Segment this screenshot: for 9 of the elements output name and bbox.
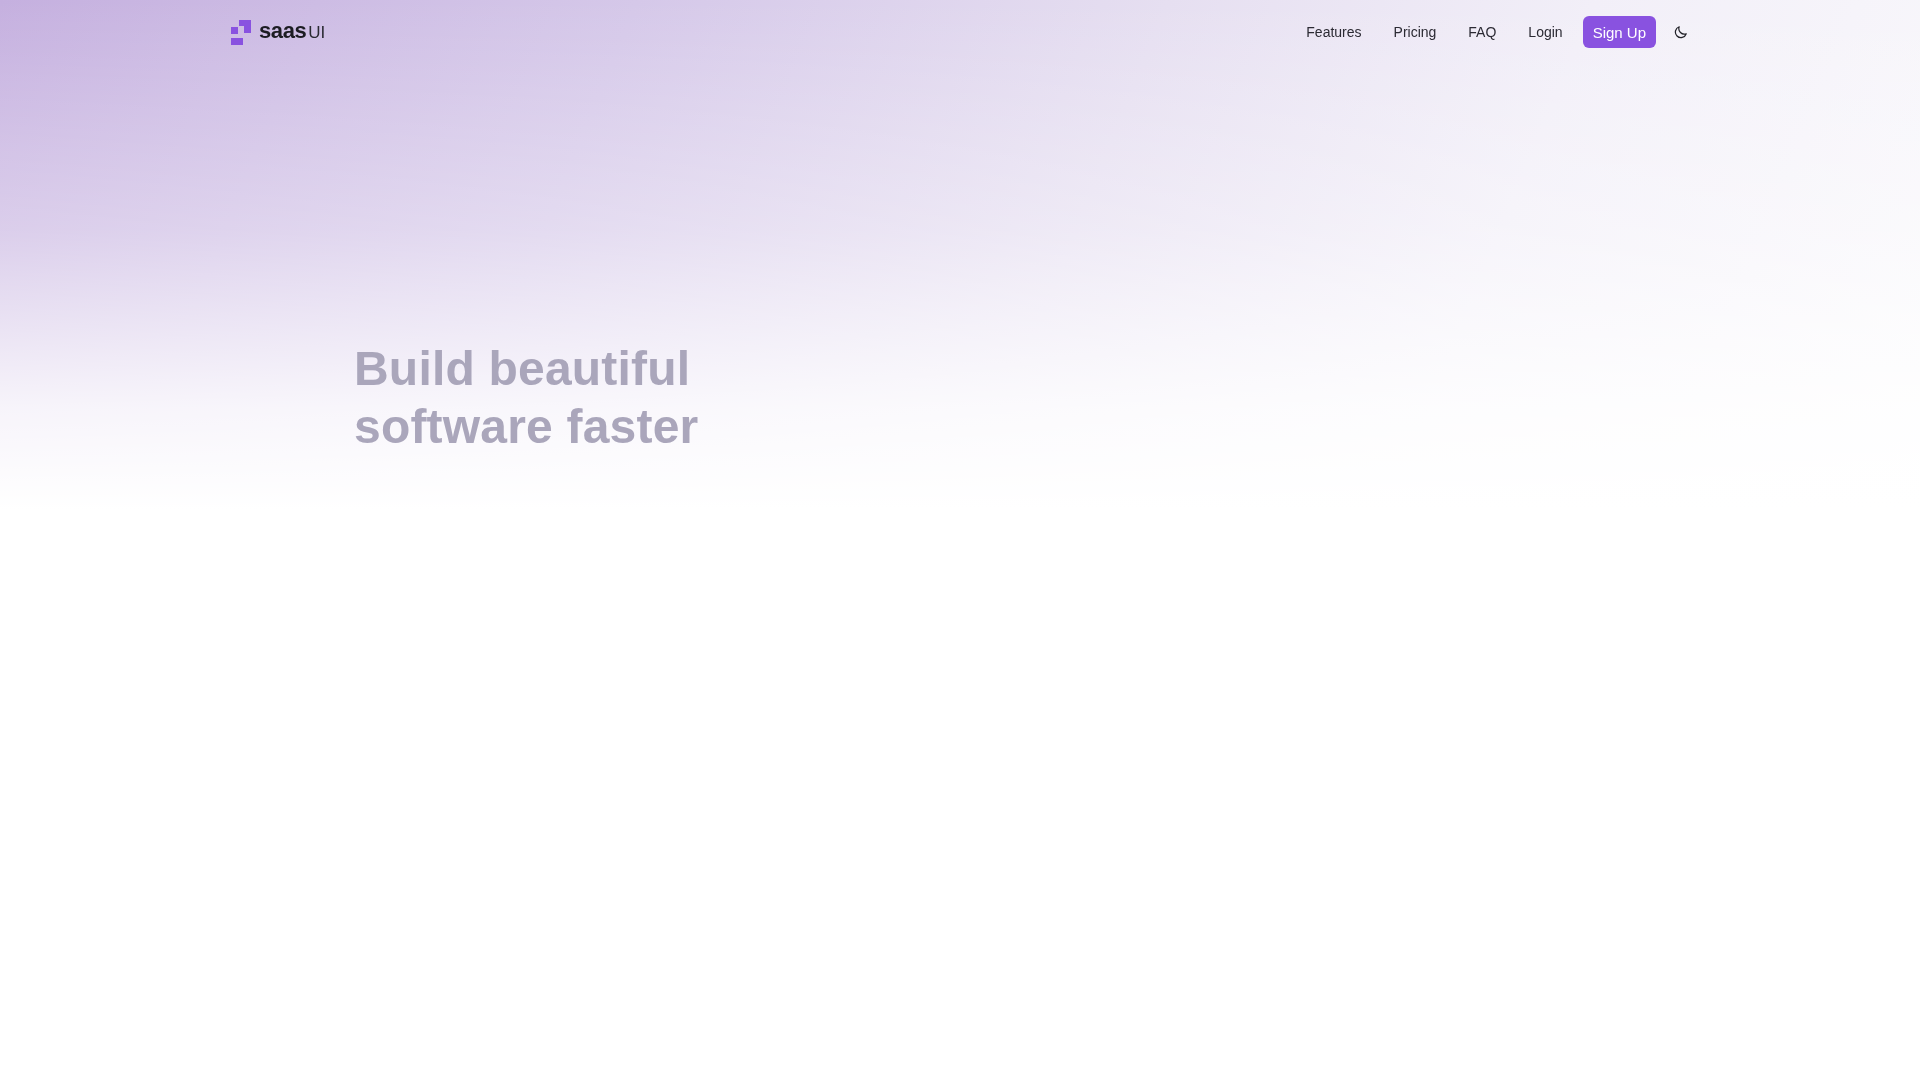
- moon-icon: [1673, 25, 1687, 39]
- nav-link[interactable]: Pricing: [1377, 16, 1453, 48]
- nav-link[interactable]: Login: [1512, 16, 1579, 48]
- hero-heading: Build beautiful software faster: [354, 341, 700, 455]
- nav-link[interactable]: Features: [1290, 16, 1378, 48]
- logo-icon: [231, 19, 251, 45]
- nav-link[interactable]: FAQ: [1452, 16, 1513, 48]
- logo-wordmark: saasUI: [259, 18, 326, 45]
- sign-up-button[interactable]: Sign Up: [1582, 16, 1656, 48]
